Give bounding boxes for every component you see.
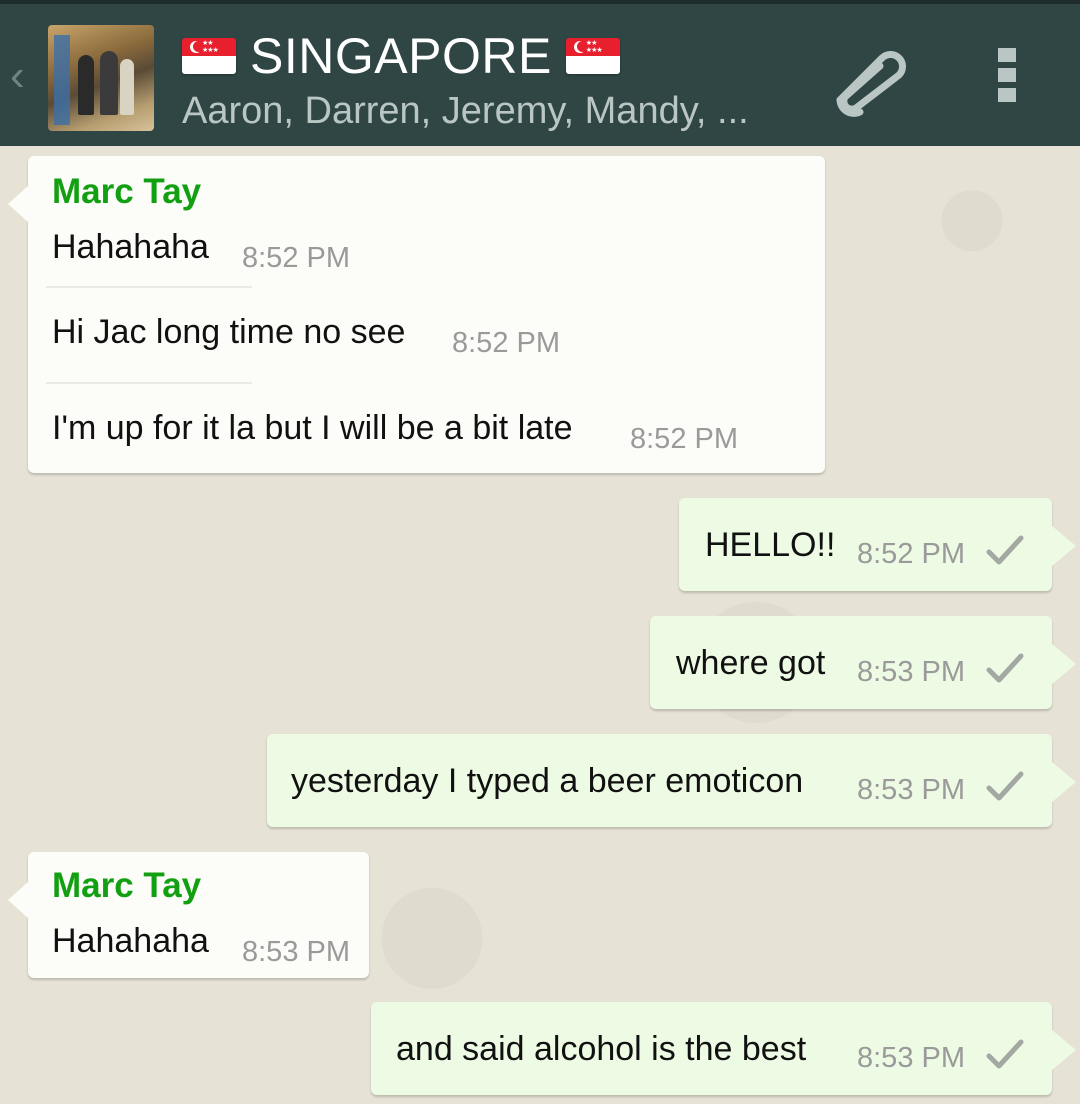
message-text: I'm up for it la but I will be a bit lat…	[52, 409, 573, 447]
message-text: Hahahaha	[52, 922, 209, 960]
group-members[interactable]: Aaron, Darren, Jeremy, Mandy, ...	[182, 88, 792, 134]
divider	[46, 382, 252, 384]
group-name: SINGAPORE	[250, 28, 552, 84]
outgoing-message-bubble[interactable]: HELLO!! 8:52 PM	[679, 498, 1076, 591]
message-text: and said alcohol is the best	[396, 1030, 807, 1068]
message-time: 8:53 PM	[857, 1042, 965, 1074]
message-time: 8:53 PM	[857, 656, 965, 688]
message-text: Hahahaha	[52, 228, 209, 266]
message-time: 8:52 PM	[242, 242, 350, 274]
sg-flag-icon: ★★ ★★★	[182, 38, 236, 74]
message-time: 8:52 PM	[452, 327, 560, 359]
incoming-message-bubble[interactable]: Marc Tay Hahahaha 8:52 PM Hi Jac long ti…	[8, 156, 825, 473]
check-icon	[985, 534, 1025, 568]
group-title[interactable]: ★★ ★★★ SINGAPORE ★★ ★★★	[182, 28, 620, 84]
attach-icon[interactable]	[820, 42, 910, 118]
message-text: HELLO!!	[705, 526, 836, 564]
message-time: 8:53 PM	[857, 774, 965, 806]
sender-name: Marc Tay	[52, 866, 202, 905]
message-time: 8:52 PM	[857, 538, 965, 570]
incoming-message-bubble[interactable]: Marc Tay Hahahaha 8:53 PM	[8, 852, 369, 978]
sender-name: Marc Tay	[52, 172, 202, 211]
message-text: yesterday I typed a beer emoticon	[291, 762, 804, 800]
check-icon	[985, 652, 1025, 686]
outgoing-message-bubble[interactable]: and said alcohol is the best 8:53 PM	[371, 1002, 1076, 1095]
message-time: 8:53 PM	[242, 936, 350, 968]
divider	[46, 286, 252, 288]
outgoing-message-bubble[interactable]: yesterday I typed a beer emoticon 8:53 P…	[267, 734, 1076, 827]
message-time: 8:52 PM	[630, 423, 738, 455]
check-icon	[985, 1038, 1025, 1072]
message-text: Hi Jac long time no see	[52, 313, 406, 351]
outgoing-message-bubble[interactable]: where got 8:53 PM	[650, 616, 1076, 709]
check-icon	[985, 770, 1025, 804]
sg-flag-icon: ★★ ★★★	[565, 38, 620, 74]
back-icon[interactable]: ‹	[10, 54, 38, 98]
message-text: where got	[676, 644, 826, 682]
chat-header: ‹ ★★ ★★★ SINGAPORE ★★ ★★★ Aaron, Darren, J…	[0, 0, 1080, 146]
overflow-menu-icon[interactable]	[998, 48, 1018, 110]
group-avatar[interactable]	[48, 25, 154, 131]
